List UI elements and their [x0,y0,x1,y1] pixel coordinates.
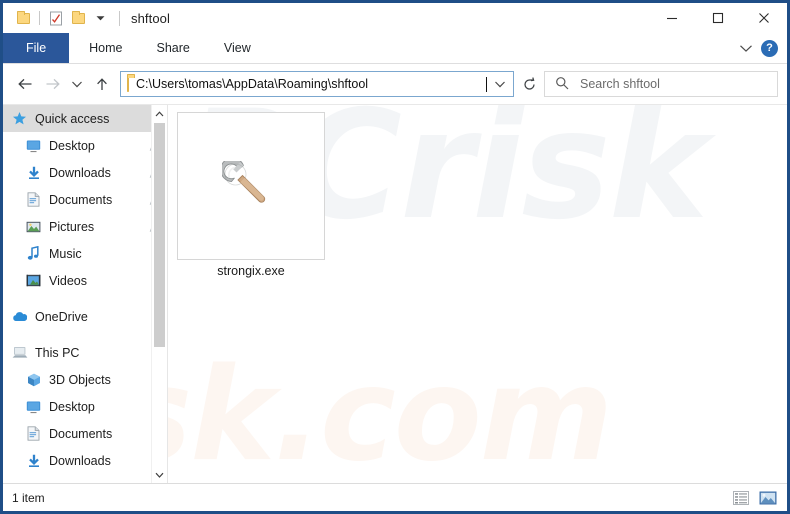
sidebar-item-label: Quick access [35,111,110,126]
sidebar-item-documents[interactable]: Documents [3,186,167,213]
folder-icon[interactable] [12,7,34,29]
help-icon[interactable]: ? [761,39,778,57]
file-item-tile[interactable] [177,112,325,260]
scroll-up-icon[interactable] [152,105,167,122]
watermark-line-2: sk.com [168,341,613,483]
item-count-label: 1 item [12,490,45,505]
window-controls [649,3,787,33]
sidebar-item-desktop[interactable]: Desktop [3,132,167,159]
large-icons-view-button[interactable] [758,489,778,507]
status-bar: 1 item [3,483,787,511]
address-bar-row: C:\Users\tomas\AppData\Roaming\shftool S… [3,64,787,105]
search-input[interactable]: Search shftool [544,71,778,97]
up-button[interactable] [88,71,115,97]
search-icon [555,76,569,93]
toolbar-divider [39,11,40,25]
sidebar-item-label: OneDrive [35,309,88,324]
file-list-pane[interactable]: PCrisk sk.com strongix.exe [167,105,787,483]
chevron-down-icon[interactable] [735,37,757,59]
scrollbar-thumb[interactable] [154,123,165,347]
desktop-icon [25,138,42,154]
downloads-icon [25,165,42,181]
ribbon-right-controls: ? [735,33,787,63]
file-item-label: strongix.exe [217,264,285,278]
sidebar-item-onedrive[interactable]: OneDrive [3,303,167,330]
music-icon [25,246,42,262]
wrench-icon [222,161,266,203]
sidebar-item-label: Downloads [49,453,111,468]
sidebar-item-label: Music [49,246,82,261]
sidebar-item-3d-objects[interactable]: 3D Objects [3,366,167,393]
title-bar: shftool [3,3,787,33]
downloads-icon [25,453,42,469]
new-folder-icon[interactable] [67,7,89,29]
details-view-button[interactable] [731,489,751,507]
sidebar-item-downloads-pc[interactable]: Downloads [3,447,167,474]
sidebar-item-videos[interactable]: Videos [3,267,167,294]
navigation-pane: Quick access Desktop Downloads Documents… [3,105,167,483]
sidebar-item-label: Documents [49,426,113,441]
address-input[interactable]: C:\Users\tomas\AppData\Roaming\shftool [120,71,514,97]
sidebar-item-label: Videos [49,273,87,288]
onedrive-icon [11,309,28,325]
properties-icon[interactable] [45,7,67,29]
minimize-button[interactable] [649,3,695,33]
3dobjects-icon [25,372,42,388]
search-placeholder: Search shftool [580,77,660,91]
explorer-body: Quick access Desktop Downloads Documents… [3,105,787,483]
address-folder-icon [127,76,129,92]
file-explorer-window: shftool File Home Share View ? C:\Users\… [0,0,790,514]
pictures-icon [25,219,42,235]
close-button[interactable] [741,3,787,33]
sidebar-item-quick-access[interactable]: Quick access [3,105,167,132]
back-button[interactable] [12,71,39,97]
tab-home[interactable]: Home [72,33,139,63]
title-divider [119,10,120,26]
ribbon-tab-bar: File Home Share View ? [3,33,787,64]
tab-share[interactable]: Share [140,33,207,63]
sidebar-item-label: Desktop [49,138,95,153]
scroll-down-icon[interactable] [152,466,167,483]
refresh-button[interactable] [514,71,544,97]
view-mode-buttons [731,489,778,507]
customize-dropdown-icon[interactable] [89,7,111,29]
videos-icon [25,273,42,289]
window-title: shftool [131,10,171,26]
sidebar-item-music[interactable]: Music [3,240,167,267]
sidebar-item-documents-pc[interactable]: Documents [3,420,167,447]
thispc-icon [11,345,28,361]
sidebar-item-label: This PC [35,345,80,360]
sidebar-scrollbar[interactable] [151,105,167,483]
sidebar-item-label: Documents [49,192,113,207]
sidebar-item-this-pc[interactable]: This PC [3,339,167,366]
quick-access-toolbar [3,7,120,29]
maximize-button[interactable] [695,3,741,33]
tab-file[interactable]: File [3,33,70,63]
star-icon [11,111,28,127]
sidebar-item-label: Desktop [49,399,95,414]
sidebar-item-label: 3D Objects [49,372,111,387]
sidebar-item-pictures[interactable]: Pictures [3,213,167,240]
recent-locations-button[interactable] [66,71,88,97]
address-text: C:\Users\tomas\AppData\Roaming\shftool [136,77,369,91]
documents-icon [25,426,42,442]
address-dropdown-icon[interactable] [487,72,513,96]
sidebar-item-desktop-pc[interactable]: Desktop [3,393,167,420]
documents-icon [25,192,42,208]
tab-view[interactable]: View [207,33,268,63]
forward-button[interactable] [39,71,66,97]
sidebar-item-label: Downloads [49,165,111,180]
sidebar-item-downloads[interactable]: Downloads [3,159,167,186]
sidebar-item-label: Pictures [49,219,95,234]
desktop-icon [25,399,42,415]
